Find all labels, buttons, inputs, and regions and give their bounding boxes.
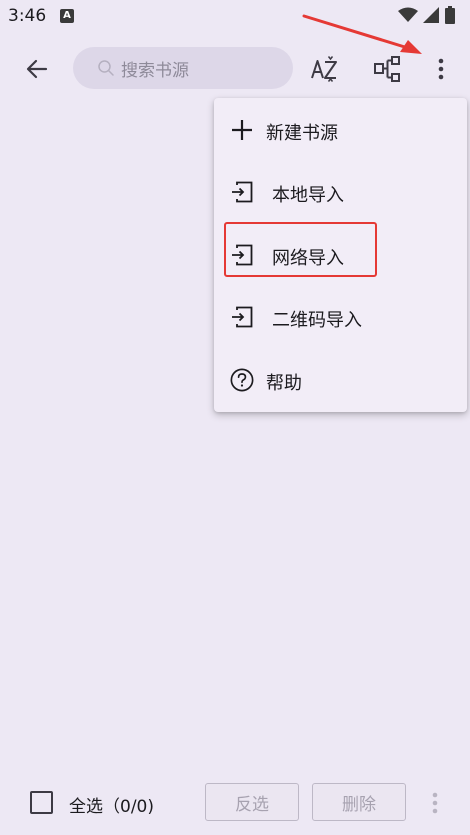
help-icon [230,368,254,392]
menu-item-label: 新建书源 [266,123,338,144]
more-options-button[interactable] [426,50,456,88]
menu-item-local-import[interactable]: 本地导入 [214,161,467,223]
menu-item-help[interactable]: 帮助 [214,349,467,411]
back-arrow-icon [26,59,48,79]
invert-selection-button[interactable]: 反选 [205,783,299,821]
search-icon [97,59,115,77]
battery-icon [445,6,455,24]
import-icon [230,180,254,204]
menu-item-new-source[interactable]: 新建书源 [214,99,467,161]
back-button[interactable] [20,52,54,86]
more-vert-icon [438,58,444,80]
annotation-arrow-icon [302,14,422,54]
search-placeholder: 搜索书源 [121,60,189,81]
menu-item-label: 二维码导入 [272,310,362,331]
search-input[interactable]: 搜索书源 [73,47,293,89]
more-vert-icon [432,792,438,814]
menu-item-label: 帮助 [266,373,302,394]
status-time: 3:46 [8,6,47,26]
delete-button[interactable]: 删除 [312,783,406,821]
annotation-highlight [224,222,377,277]
bottom-more-button[interactable] [424,787,446,819]
select-all-checkbox[interactable] [30,791,53,814]
bottom-bar: 全选（0/0) 反选 删除 [0,775,470,835]
menu-item-qrcode-import[interactable]: 二维码导入 [214,286,467,348]
select-all-label: 全选（0/0) [69,797,154,817]
plus-icon [230,118,254,142]
notification-icon: A [60,9,74,23]
menu-item-label: 本地导入 [272,185,344,206]
import-icon [230,305,254,329]
